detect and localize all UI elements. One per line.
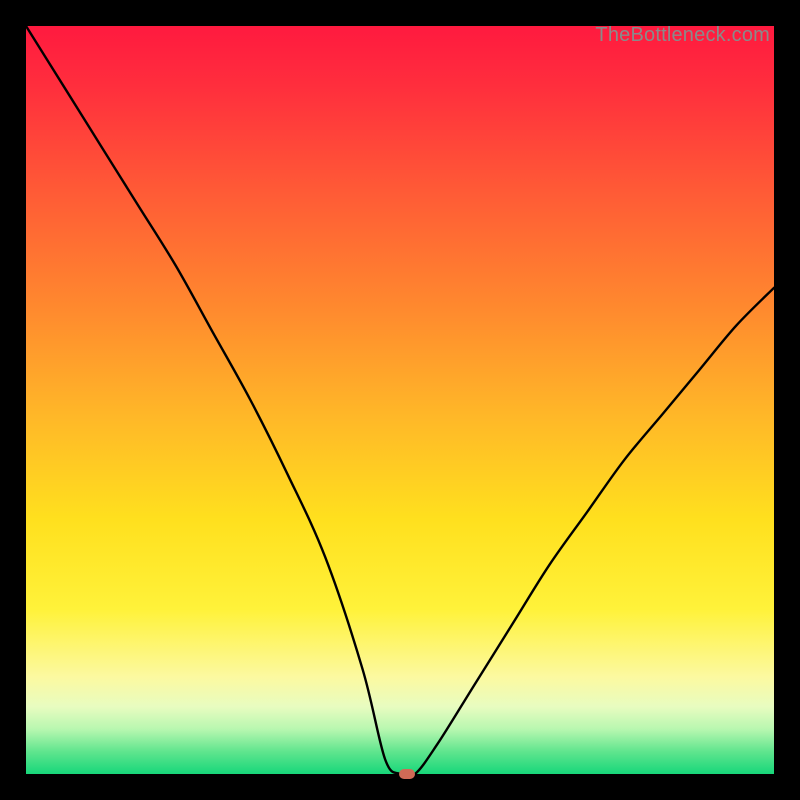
bottleneck-curve: [26, 26, 774, 774]
optimal-point-marker: [399, 769, 415, 779]
chart-plot-area: TheBottleneck.com: [26, 26, 774, 774]
chart-frame: TheBottleneck.com: [14, 14, 786, 786]
curve-path: [26, 26, 774, 777]
